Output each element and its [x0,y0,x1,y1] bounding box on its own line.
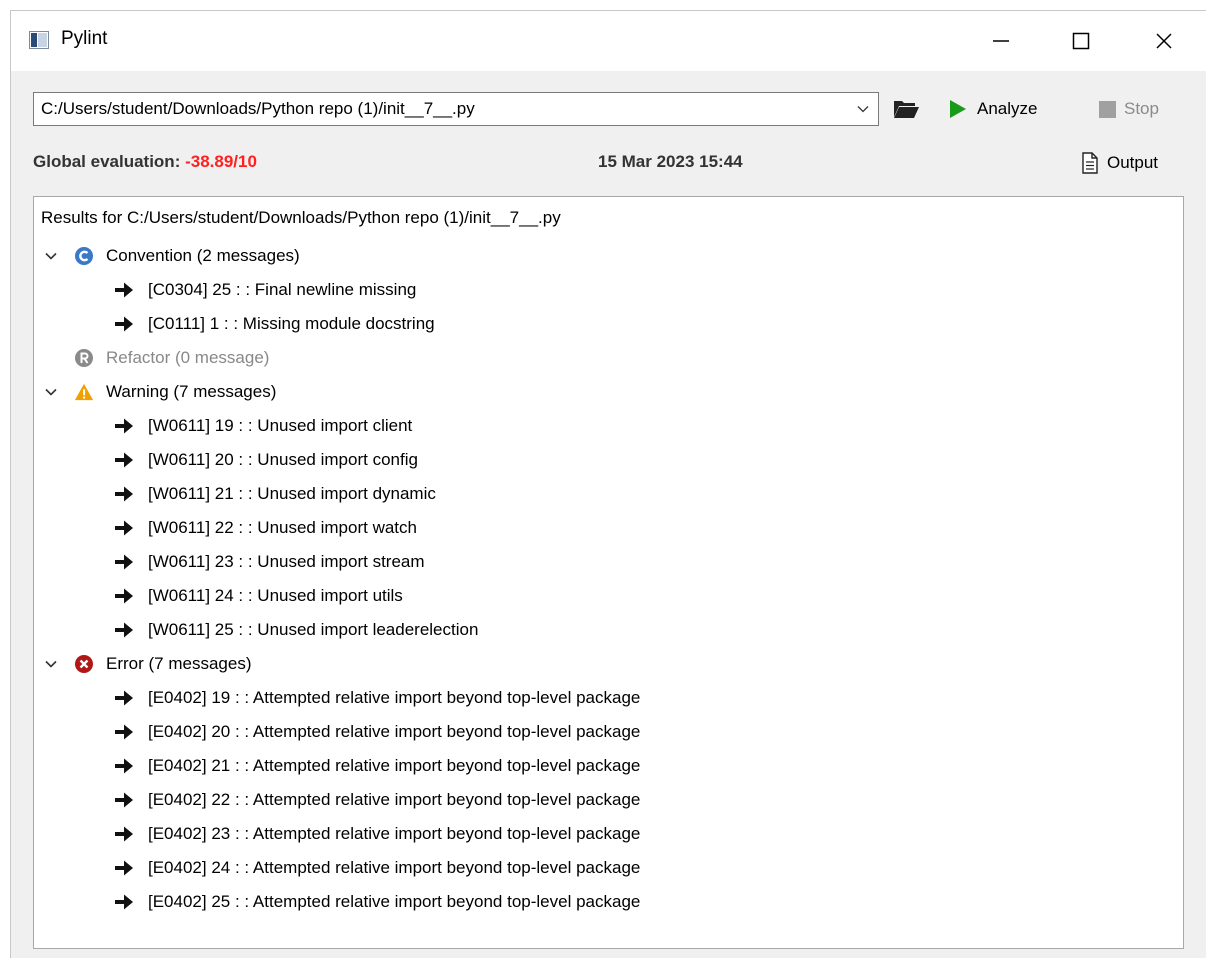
output-label: Output [1107,153,1159,172]
arrow-right-icon [114,451,134,469]
convention-icon [74,246,94,266]
category-refactor[interactable]: Refactor (0 message) [34,341,1183,375]
category-convention[interactable]: Convention (2 messages) [34,239,1183,273]
warning-icon [74,382,94,402]
analyze-label: Analyze [977,99,1038,118]
title-bar[interactable]: Pylint [11,11,1206,71]
close-icon [1156,33,1172,49]
arrow-right-icon [114,621,134,639]
toolbar: C:/Users/student/Downloads/Python repo (… [11,86,1206,130]
window-title: Pylint [61,28,108,49]
message-text: [E0402] 20 : : Attempted relative import… [148,722,641,741]
message-text: [E0402] 23 : : Attempted relative import… [148,824,641,843]
message-item[interactable]: [W0611] 19 : : Unused import client [34,409,1183,443]
minimize-icon [993,40,1009,42]
app-icon [29,31,49,49]
maximize-icon [1072,32,1090,50]
document-icon [1082,152,1098,174]
category-label: Convention (2 messages) [106,246,300,265]
chevron-down-icon[interactable] [856,102,870,116]
message-text: [C0111] 1 : : Missing module docstring [148,314,435,333]
message-item[interactable]: [E0402] 19 : : Attempted relative import… [34,681,1183,715]
output-button[interactable]: Output [1081,148,1158,178]
message-item[interactable]: [E0402] 23 : : Attempted relative import… [34,817,1183,851]
arrow-right-icon [114,315,134,333]
refactor-icon [74,348,94,368]
analyze-button[interactable]: Analyze [949,94,1037,124]
chevron-down-icon[interactable] [42,383,60,401]
minimize-button[interactable] [961,11,1041,71]
stop-label: Stop [1124,99,1159,118]
message-item[interactable]: [C0304] 25 : : Final newline missing [34,273,1183,307]
message-item[interactable]: [E0402] 21 : : Attempted relative import… [34,749,1183,783]
message-text: [W0611] 20 : : Unused import config [148,450,418,469]
evaluation-bar: Global evaluation: -38.89/10 15 Mar 2023… [11,146,1206,180]
chevron-down-icon[interactable] [42,655,60,673]
chevron-down-icon[interactable] [42,247,60,265]
category-warning[interactable]: Warning (7 messages) [34,375,1183,409]
open-folder-icon[interactable] [891,94,921,124]
category-error[interactable]: Error (7 messages) [34,647,1183,681]
message-item[interactable]: [W0611] 20 : : Unused import config [34,443,1183,477]
message-item[interactable]: [E0402] 25 : : Attempted relative import… [34,885,1183,919]
message-item[interactable]: [C0111] 1 : : Missing module docstring [34,307,1183,341]
message-text: [W0611] 19 : : Unused import client [148,416,413,435]
category-label: Refactor (0 message) [106,348,270,367]
category-label: Warning (7 messages) [106,382,277,401]
arrow-right-icon [114,281,134,299]
message-item[interactable]: [E0402] 20 : : Attempted relative import… [34,715,1183,749]
message-text: [W0611] 25 : : Unused import leaderelect… [148,620,479,639]
arrow-right-icon [114,757,134,775]
message-text: [E0402] 21 : : Attempted relative import… [148,756,641,775]
stop-icon [1099,100,1116,118]
global-evaluation-label: Global evaluation: [33,152,181,171]
category-label: Error (7 messages) [106,654,252,673]
arrow-right-icon [114,825,134,843]
file-path-combobox[interactable]: C:/Users/student/Downloads/Python repo (… [33,92,879,126]
message-text: [E0402] 25 : : Attempted relative import… [148,892,641,911]
arrow-right-icon [114,553,134,571]
results-tree: Convention (2 messages) [C0304] 25 : : Fi… [34,239,1183,919]
global-evaluation: Global evaluation: -38.89/10 [33,152,257,172]
play-icon [950,100,966,118]
message-text: [C0304] 25 : : Final newline missing [148,280,417,299]
arrow-right-icon [114,519,134,537]
evaluation-date: 15 Mar 2023 15:44 [598,152,743,171]
message-item[interactable]: [E0402] 24 : : Attempted relative import… [34,851,1183,885]
arrow-right-icon [114,723,134,741]
arrow-right-icon [114,859,134,877]
message-text: [E0402] 19 : : Attempted relative import… [148,688,641,707]
arrow-right-icon [114,689,134,707]
message-text: [W0611] 22 : : Unused import watch [148,518,417,537]
pylint-window: Pylint C:/Users/student/Downloads/Python… [10,10,1206,958]
results-tree-panel[interactable]: Results for C:/Users/student/Downloads/P… [33,196,1184,949]
arrow-right-icon [114,587,134,605]
file-path-value: C:/Users/student/Downloads/Python repo (… [41,99,475,118]
message-item[interactable]: [W0611] 25 : : Unused import leaderelect… [34,613,1183,647]
maximize-button[interactable] [1041,11,1121,71]
close-button[interactable] [1121,11,1206,71]
message-text: [W0611] 21 : : Unused import dynamic [148,484,436,503]
arrow-right-icon [114,417,134,435]
arrow-right-icon [114,791,134,809]
error-icon [74,654,94,674]
stop-button[interactable]: Stop [1099,94,1159,124]
arrow-right-icon [114,893,134,911]
message-item[interactable]: [W0611] 23 : : Unused import stream [34,545,1183,579]
message-text: [W0611] 24 : : Unused import utils [148,586,403,605]
message-item[interactable]: [W0611] 24 : : Unused import utils [34,579,1183,613]
message-text: [W0611] 23 : : Unused import stream [148,552,425,571]
arrow-right-icon [114,485,134,503]
message-item[interactable]: [W0611] 22 : : Unused import watch [34,511,1183,545]
message-item[interactable]: [W0611] 21 : : Unused import dynamic [34,477,1183,511]
global-evaluation-score: -38.89/10 [185,152,257,171]
message-item[interactable]: [E0402] 22 : : Attempted relative import… [34,783,1183,817]
results-header: Results for C:/Users/student/Downloads/P… [41,208,561,227]
message-text: [E0402] 22 : : Attempted relative import… [148,790,641,809]
message-text: [E0402] 24 : : Attempted relative import… [148,858,641,877]
